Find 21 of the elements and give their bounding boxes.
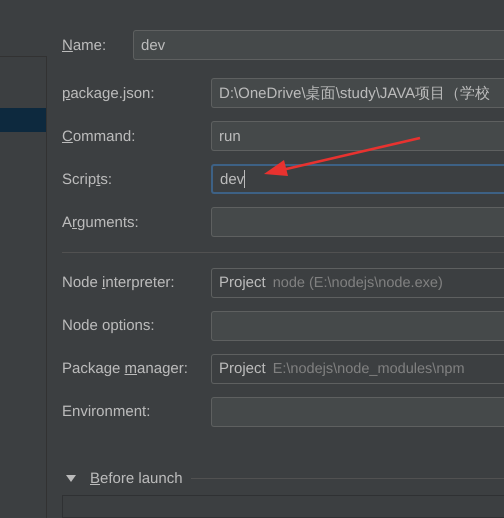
field-label: package.json: xyxy=(62,84,156,102)
input-field[interactable]: dev xyxy=(211,164,504,194)
input-field[interactable] xyxy=(211,396,504,427)
input-field[interactable]: run xyxy=(211,121,504,151)
collapse-triangle-icon[interactable] xyxy=(66,474,76,482)
field-label: Scripts: xyxy=(62,170,114,188)
select-field[interactable]: Project node (E:\nodejs\node.exe) xyxy=(211,268,504,298)
field-label: Package manager: xyxy=(62,360,189,378)
field-label: Node interpreter: xyxy=(62,274,176,292)
input-field[interactable] xyxy=(211,207,504,237)
selected-row[interactable] xyxy=(0,108,46,132)
select-field[interactable]: Project E:\nodejs\node_modules\npm xyxy=(211,354,504,384)
field-label: Arguments: xyxy=(62,214,140,230)
input-field[interactable]: D:\OneDrive\桌面\study\JAVA项目（学校 xyxy=(211,78,504,108)
field-label: Name: xyxy=(62,36,108,54)
field-label: Command: xyxy=(62,128,136,144)
input-field[interactable] xyxy=(211,310,504,341)
section-title: Before launch xyxy=(90,470,183,487)
field-label: Environment: xyxy=(62,403,152,420)
field-label: Node options: xyxy=(62,317,156,334)
input-field[interactable]: dev xyxy=(133,30,504,60)
